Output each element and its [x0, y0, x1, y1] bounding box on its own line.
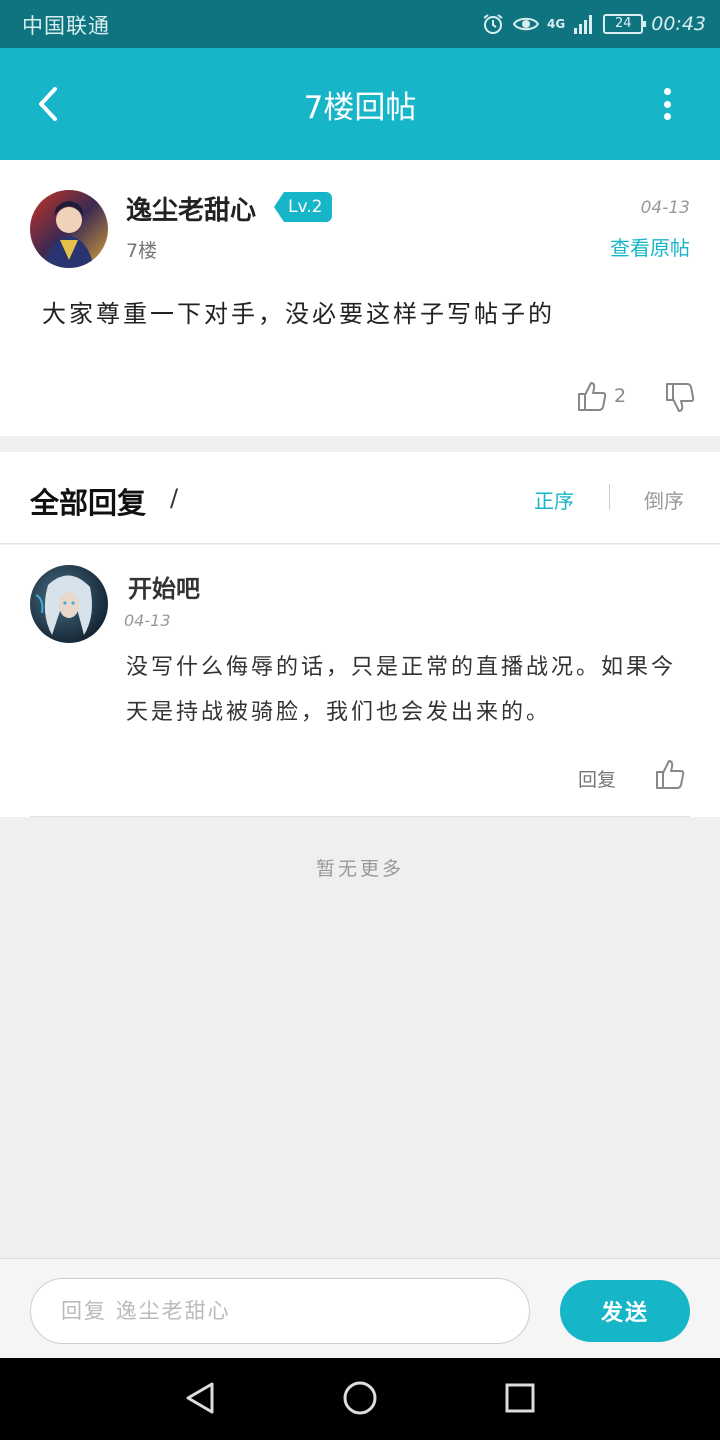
replies-title: 全部回复 [30, 486, 147, 520]
square-recents-icon [505, 1383, 535, 1413]
page-title: 7楼回帖 [303, 90, 417, 126]
app-header: 7楼回帖 [0, 48, 720, 160]
reply-item: 开始吧 04-13 没写什么侮辱的话，只是正常的直播战况。如果今天是持战被骑脸，… [0, 545, 720, 817]
replies-header: 全部回复 / 正序 倒序 [0, 452, 720, 544]
divider [30, 816, 690, 817]
view-original-link[interactable]: 查看原帖 [610, 232, 690, 261]
nav-home-button[interactable] [340, 1378, 380, 1418]
triangle-back-icon [186, 1382, 214, 1414]
system-nav-bar [0, 1358, 720, 1440]
thumbs-up-icon [578, 382, 607, 411]
dislike-button[interactable] [664, 382, 696, 418]
post-date: 04-13 [640, 198, 690, 218]
thumbs-down-icon [666, 383, 695, 412]
reply-button[interactable]: 回复 [578, 765, 616, 792]
no-more-text: 暂无更多 [315, 858, 404, 880]
eye-icon [513, 14, 540, 34]
post-content: 大家尊重一下对手，没必要这样子写帖子的 [42, 300, 555, 328]
avatar[interactable] [30, 190, 108, 268]
status-icons: 4G 24 00:43 [481, 9, 706, 39]
reply-input[interactable] [30, 1278, 530, 1344]
reply-input-bar: 发送 [0, 1258, 720, 1358]
circle-home-icon [343, 1381, 377, 1415]
sort-descending-button[interactable]: 倒序 [644, 485, 684, 514]
reply-content: 没写什么侮辱的话，只是正常的直播战况。如果今天是持战被骑脸，我们也会发出来的。 [126, 655, 677, 725]
carrier-name: 中国联通 [22, 14, 110, 38]
nav-back-button[interactable] [180, 1378, 220, 1418]
battery-icon: 24 [603, 14, 647, 34]
reply-like-button[interactable] [654, 757, 686, 795]
replies-title-slash: / [170, 484, 179, 512]
like-count: 2 [614, 385, 627, 407]
post-floor: 7楼 [126, 240, 158, 262]
sort-divider [609, 484, 610, 510]
reply-author-name[interactable]: 开始吧 [128, 569, 200, 604]
avatar[interactable] [30, 565, 108, 643]
signal-icon [573, 13, 595, 35]
sort-ascending-button[interactable]: 正序 [534, 485, 574, 514]
network-type: 4G [547, 17, 566, 31]
more-options-icon[interactable] [652, 84, 682, 124]
post-author-name[interactable]: 逸尘老甜心 [126, 190, 256, 227]
post-card: 逸尘老甜心 Lv.2 04-13 7楼 查看原帖 大家尊重一下对手，没必要这样子… [0, 160, 720, 436]
level-badge: Lv.2 [274, 192, 333, 222]
clock: 00:43 [651, 13, 706, 35]
nav-recents-button[interactable] [500, 1378, 540, 1418]
status-bar: 中国联通 4G 24 00:43 [0, 0, 720, 48]
reply-date: 04-13 [124, 611, 171, 630]
alarm-icon [481, 12, 505, 36]
send-button[interactable]: 发送 [560, 1280, 690, 1342]
like-button[interactable]: 2 [576, 380, 626, 412]
thumbs-up-icon [656, 760, 685, 789]
